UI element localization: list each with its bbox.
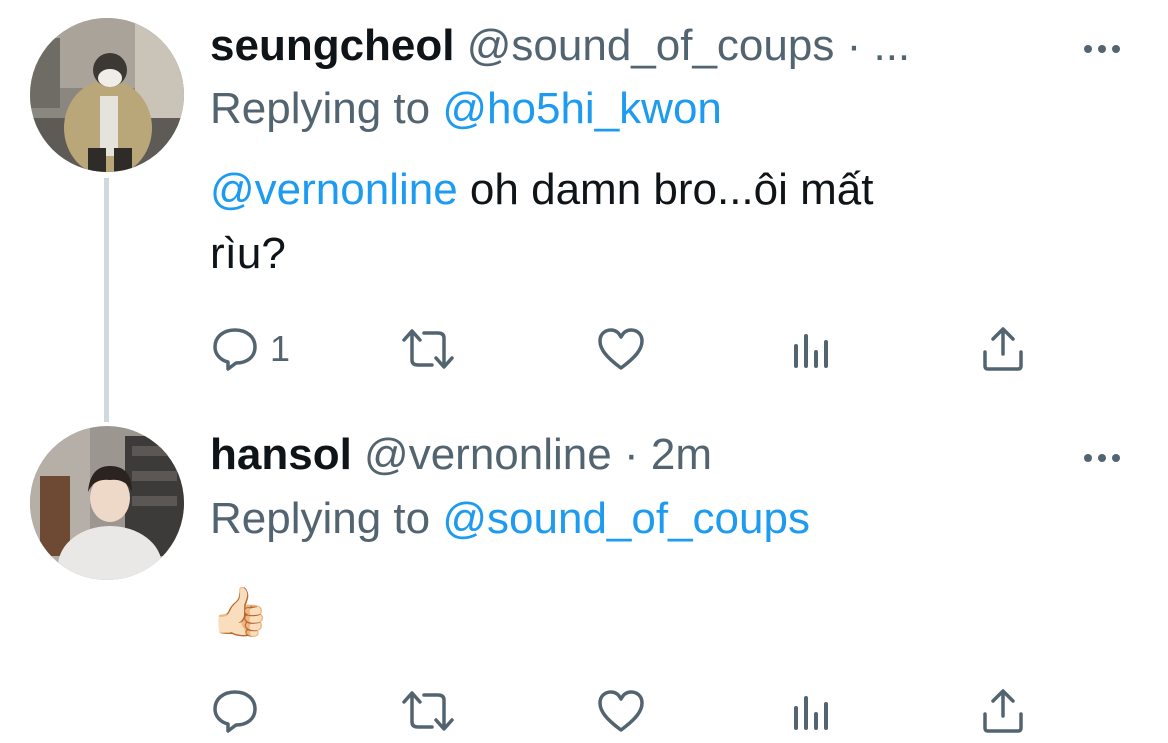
retweet-button[interactable] <box>400 324 456 374</box>
tweet-header: hansol @vernonline · 2m <box>210 430 712 480</box>
analytics-button[interactable] <box>790 324 834 374</box>
analytics-button[interactable] <box>790 686 834 736</box>
reply-icon <box>210 686 260 736</box>
analytics-icon <box>790 324 834 374</box>
replying-to-label: Replying to <box>210 84 431 133</box>
avatar[interactable] <box>30 426 184 580</box>
reply-button[interactable]: 1 <box>210 324 290 374</box>
user-handle[interactable]: @vernonline <box>364 430 612 479</box>
action-bar <box>210 686 1040 736</box>
separator-dot: · <box>846 21 862 70</box>
analytics-icon <box>790 686 834 736</box>
share-button[interactable] <box>980 686 1026 736</box>
share-icon <box>980 686 1026 736</box>
like-button[interactable] <box>596 324 646 374</box>
retweet-icon <box>400 686 456 736</box>
retweet-button[interactable] <box>400 686 456 736</box>
like-icon <box>596 324 646 374</box>
reply-count: 1 <box>270 328 291 369</box>
action-bar: 1 <box>210 324 1040 374</box>
timestamp[interactable]: 2m <box>651 430 712 479</box>
replying-to-line: Replying to @ho5hi_kwon <box>210 84 722 134</box>
share-button[interactable] <box>980 324 1026 374</box>
replying-to-label: Replying to <box>210 494 431 543</box>
text-line-1: oh damn bro...ôi mất <box>457 165 874 214</box>
more-options-button[interactable] <box>1084 451 1124 463</box>
replying-to-mention[interactable]: @sound_of_coups <box>442 494 810 543</box>
tweet-seungcheol[interactable]: seungcheol @sound_of_coups · ... Replyin… <box>0 0 1168 422</box>
replying-to-line: Replying to @sound_of_coups <box>210 494 810 544</box>
reply-button[interactable] <box>210 686 260 736</box>
tweet-hansol[interactable]: hansol @vernonline · 2m Replying to @sou… <box>0 420 1168 743</box>
replying-to-mention[interactable]: @ho5hi_kwon <box>442 84 722 133</box>
display-name[interactable]: hansol <box>210 430 352 479</box>
avatar[interactable] <box>30 18 184 172</box>
text-line-2: rìu? <box>210 229 286 278</box>
like-button[interactable] <box>596 686 646 736</box>
more-options-button[interactable] <box>1084 42 1124 54</box>
reply-icon <box>210 324 260 374</box>
separator-dot: · <box>623 430 639 479</box>
share-icon <box>980 324 1026 374</box>
thread-line <box>104 178 109 422</box>
retweet-icon <box>400 324 456 374</box>
tweet-text: 👍🏻 <box>210 586 270 639</box>
text-mention[interactable]: @vernonline <box>210 165 458 214</box>
tweet-text: @vernonline oh damn bro...ôi mất rìu? <box>210 158 1090 286</box>
display-name[interactable]: seungcheol <box>210 21 455 70</box>
timestamp[interactable]: ... <box>873 21 910 70</box>
like-icon <box>596 686 646 736</box>
user-handle[interactable]: @sound_of_coups <box>467 21 835 70</box>
tweet-header: seungcheol @sound_of_coups · ... <box>210 21 910 71</box>
